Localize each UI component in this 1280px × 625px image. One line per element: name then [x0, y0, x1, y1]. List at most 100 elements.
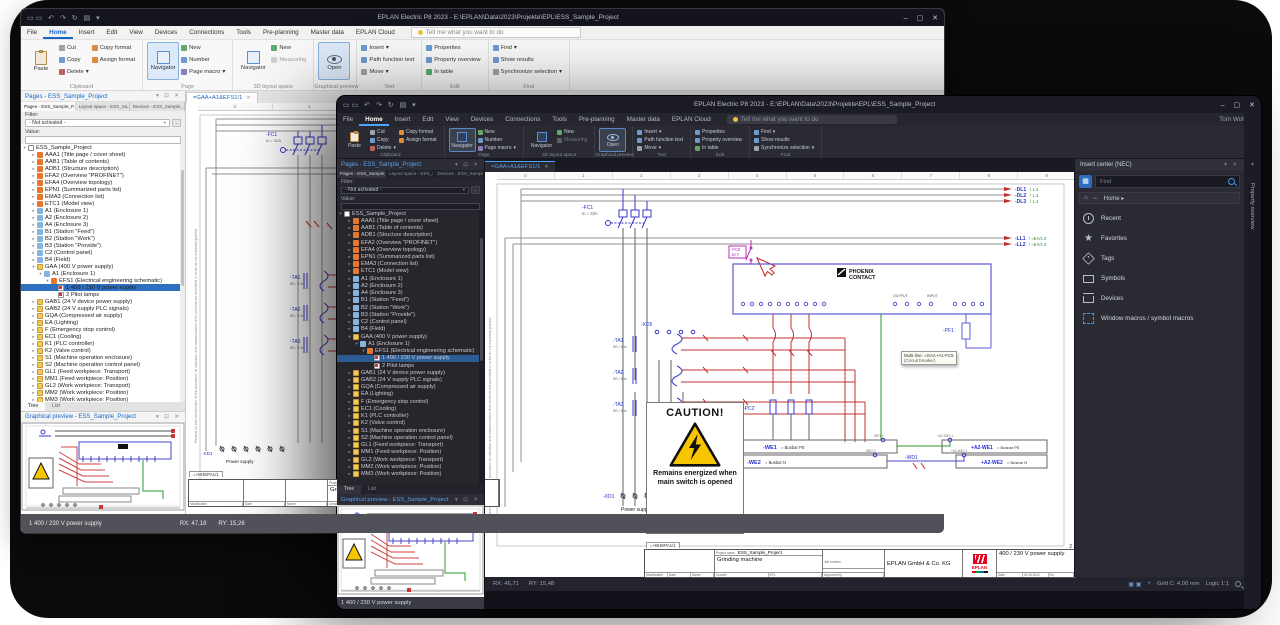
tree-expander[interactable]: ▸	[30, 250, 37, 256]
tree-expander[interactable]: ▸	[346, 384, 353, 390]
tree-item[interactable]: ▸ S2 (Machine operation control panel)	[21, 361, 185, 368]
tree-expander[interactable]: ▾	[360, 348, 367, 354]
filter-select[interactable]: - Not activated -▾	[341, 187, 469, 194]
tree-item[interactable]: ▸ EFA2 (Overview "PROFINET")	[21, 172, 185, 179]
tree-item[interactable]: ▸ MM3 (Work workpiece: Position)	[337, 470, 484, 477]
copy-format-button[interactable]: Copy format	[92, 42, 135, 54]
tree-expander[interactable]: ▸	[346, 276, 353, 282]
tree-item[interactable]: ▸ EA (Lighting)	[21, 319, 185, 326]
tree-item[interactable]: 2 Pilot lamps	[337, 362, 484, 369]
tree-item[interactable]: ▸ B4 (Field)	[21, 256, 185, 263]
tree-item[interactable]: ▸ AAA1 (Title page / cover sheet)	[337, 217, 484, 224]
tab-view[interactable]: View	[439, 113, 465, 126]
zoom-in-icon[interactable]	[1235, 581, 1241, 587]
page-macro-button[interactable]: Page macro ▾	[478, 144, 516, 152]
properties-button[interactable]: Properties	[695, 128, 742, 136]
tree-item[interactable]: ▸ B4 (Field)	[337, 326, 484, 333]
tab-file[interactable]: File	[21, 26, 43, 39]
tree-expander[interactable]: ▸	[30, 362, 37, 368]
synchronize-selection-button[interactable]: Synchronize selection ▾	[754, 144, 814, 152]
tree-item[interactable]: ▸ K2 (Valve control)	[21, 347, 185, 354]
pages-panel-header[interactable]: Pages - ESS_Sample_Project▾ ⊡ ✕	[21, 91, 185, 102]
tab-insert[interactable]: Insert	[389, 113, 417, 126]
tree-expander[interactable]: ▸	[30, 159, 37, 165]
tree-expander[interactable]: ▸	[30, 201, 37, 207]
tree-expander[interactable]: ▾	[346, 334, 353, 340]
tree-expander[interactable]: ▸	[346, 247, 353, 253]
tree-item[interactable]: 1 400 / 230 V power supply	[21, 284, 185, 291]
tree-item[interactable]: ▸ GAB2 (24 V supply PLC signals)	[21, 305, 185, 312]
tree-item[interactable]: ▸ B3 (Station "Provide")	[337, 311, 484, 318]
tree-expander[interactable]: ▸	[30, 327, 37, 333]
tab-eplan-cloud[interactable]: EPLAN Cloud	[350, 26, 401, 39]
minimize-button[interactable]: –	[1221, 102, 1225, 109]
tab-edit[interactable]: Edit	[100, 26, 123, 39]
tree-expander[interactable]: ▸	[346, 305, 353, 311]
page-macro-button[interactable]: Page macro ▾	[181, 66, 225, 78]
3d-navigator-button[interactable]: Navigator	[528, 128, 555, 152]
search-icon[interactable]	[1228, 178, 1235, 185]
page-navigator-button[interactable]: Navigator	[449, 128, 476, 152]
delete-button[interactable]: Delete ▾	[370, 144, 396, 152]
tree-item[interactable]: ▸ A4 (Enclosure 3)	[337, 290, 484, 297]
tree-expander[interactable]: ▸	[30, 166, 37, 172]
tree-expander[interactable]: ▸	[30, 194, 37, 200]
tree-expander[interactable]: ▾	[21, 145, 28, 151]
in-table-button[interactable]: In table	[426, 66, 480, 78]
close-tab-icon[interactable]: ✕	[246, 95, 250, 101]
panel-header-icons[interactable]: ▾ ✕	[1224, 162, 1239, 168]
dock-tab-devices[interactable]: Devices - ESS_Sample_...	[130, 102, 185, 111]
tree-expander[interactable]: ▸	[30, 348, 37, 354]
filter-more-button[interactable]: ...	[172, 119, 181, 127]
tree-expander[interactable]: ▸	[30, 313, 37, 319]
tree-item[interactable]: ▸ B2 (Station "Work")	[21, 235, 185, 242]
tree-item[interactable]: ▸ C2 (Control panel)	[337, 319, 484, 326]
tree-item[interactable]: ▸ EPN1 (Summarized parts list)	[21, 186, 185, 193]
measuring-button[interactable]: Measuring	[557, 136, 587, 144]
tree-scrollbar[interactable]	[479, 210, 484, 485]
path-function-text-button[interactable]: Path function text	[361, 54, 414, 66]
tree-scrollbar[interactable]	[180, 144, 185, 402]
tree-expander[interactable]: ▸	[30, 173, 37, 179]
copy-button[interactable]: Copy	[59, 54, 89, 66]
tab-pre-planning[interactable]: Pre-planning	[573, 113, 621, 126]
tree-expander[interactable]: ▸	[346, 413, 353, 419]
in-table-button[interactable]: In table	[695, 144, 742, 152]
collapse-arrow-icon[interactable]: ▲	[1250, 161, 1255, 167]
tree-item[interactable]: ▸ GAB1 (24 V device power supply)	[21, 298, 185, 305]
measuring-button[interactable]: Measuring	[271, 54, 306, 66]
preview-open-button[interactable]: Open	[318, 42, 350, 80]
tree-expander[interactable]: ▸	[346, 290, 353, 296]
tree-item[interactable]: ▸ EPN1 (Summarized parts list)	[337, 253, 484, 260]
tree-item[interactable]: ▸ K1 (PLC controller)	[337, 413, 484, 420]
tree-item[interactable]: ▸ EC1 (Cooling)	[337, 405, 484, 412]
tree-item[interactable]: ▸ GL1 (Feed workpiece: Transport)	[21, 369, 185, 376]
insert-center-item-favorites[interactable]: ★Favorites	[1075, 228, 1244, 248]
graphical-preview-header[interactable]: Graphical preview - ESS_Sample_Project▾ …	[21, 411, 185, 422]
tree-item[interactable]: ▸ A2 (Enclosure 2)	[21, 214, 185, 221]
tree-expander[interactable]: ▸	[30, 236, 37, 242]
tree-item[interactable]: ▸ GQA (Compressed air supply)	[337, 384, 484, 391]
graphical-preview-header[interactable]: Graphical preview - ESS_Sample_Project▾ …	[337, 494, 484, 505]
tree-expander[interactable]: ▸	[30, 222, 37, 228]
value-input[interactable]	[341, 203, 480, 210]
tab-edit[interactable]: Edit	[416, 113, 439, 126]
tree-item[interactable]: ▸ ADB1 (Structure description)	[21, 165, 185, 172]
back-icon[interactable]: ←	[1093, 195, 1099, 201]
tree-item[interactable]: ▸ EC1 (Cooling)	[21, 333, 185, 340]
tree-item[interactable]: ▸ S1 (Machine operation enclosure)	[21, 354, 185, 361]
tree-item[interactable]: ▸ S1 (Machine operation enclosure)	[337, 427, 484, 434]
tree-item[interactable]: ▸ C2 (Control panel)	[21, 249, 185, 256]
tree-expander[interactable]: ▸	[346, 218, 353, 224]
tab-pre-planning[interactable]: Pre-planning	[257, 26, 305, 39]
tree-expander[interactable]: ▸	[346, 297, 353, 303]
property-overview-button[interactable]: Property overview	[695, 136, 742, 144]
insert-center-item-recent[interactable]: Recent	[1075, 208, 1244, 228]
tree-item[interactable]: ▸ K1 (PLC controller)	[21, 340, 185, 347]
document-tab[interactable]: =GAA+A1&EFS1/1✕	[485, 161, 555, 172]
tab-devices[interactable]: Devices	[149, 26, 183, 39]
tree-expander[interactable]: ▸	[346, 326, 353, 332]
maximize-button[interactable]: ▢	[917, 15, 924, 22]
tree-expander[interactable]: ▸	[346, 240, 353, 246]
assign-format-button[interactable]: Assign format	[92, 54, 135, 66]
